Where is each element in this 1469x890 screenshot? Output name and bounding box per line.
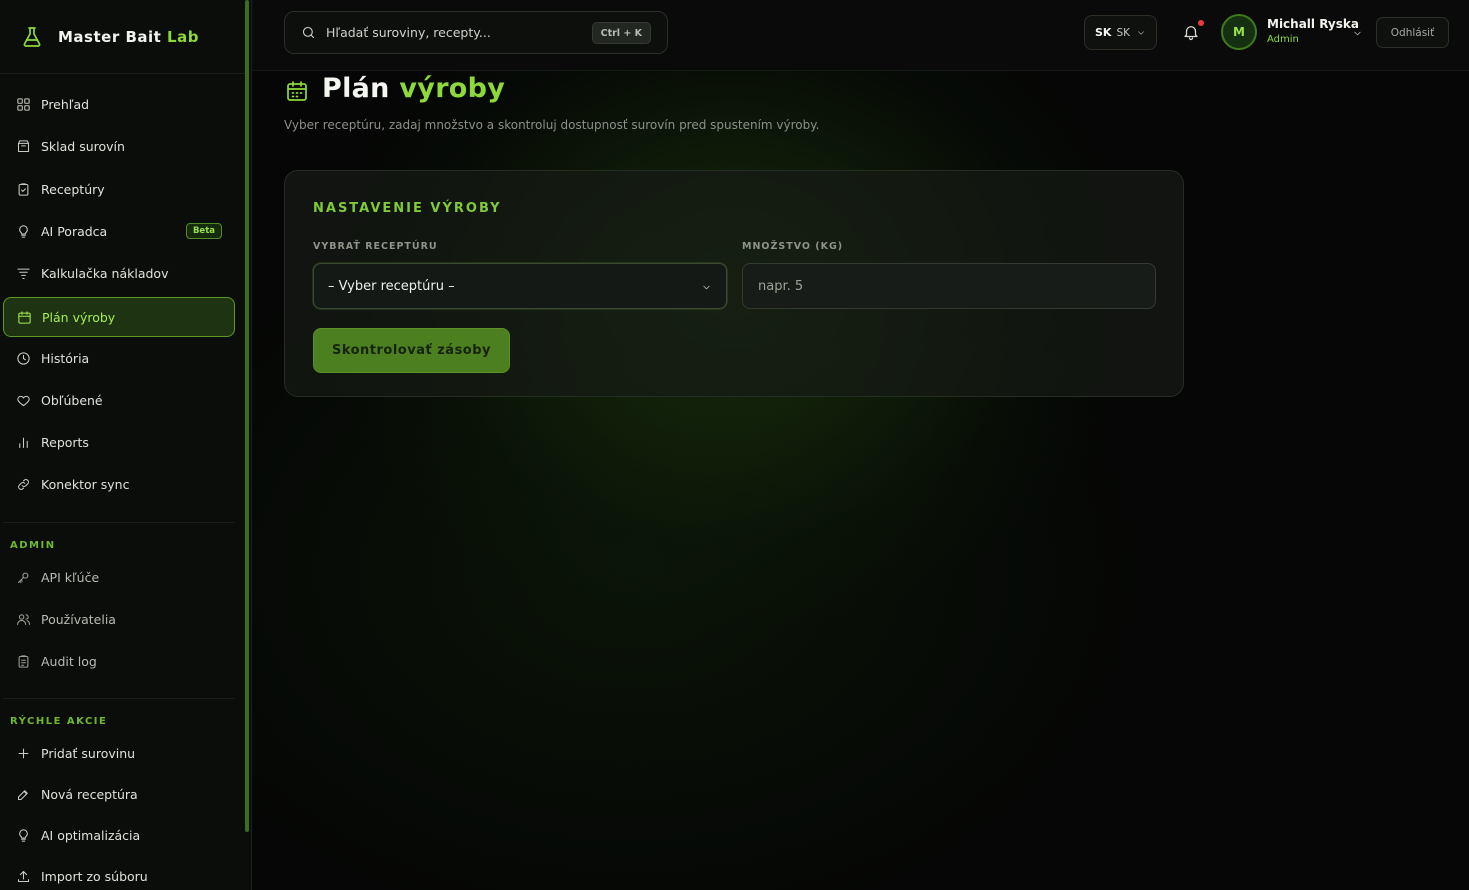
quantity-label: MNOŽSTVO (KG) [742,241,844,252]
recipe-select[interactable]: – Vyber receptúru – [313,263,727,309]
search-shortcut: Ctrl + K [591,22,651,44]
sidebar-item-label: História [41,350,90,366]
sidebar-item-api-keys[interactable]: API kľúče [3,557,235,597]
quick-new-recipe[interactable]: Nová receptúra [3,774,235,814]
sidebar-item-label: Pridať surovinu [41,745,136,761]
notification-dot [1198,20,1204,26]
avatar[interactable]: M [1221,14,1257,50]
heart-icon [17,395,30,406]
clipboard-icon [18,182,29,196]
sidebar-item-audit-log[interactable]: Audit log [3,641,235,681]
key-icon [17,572,29,583]
upload-icon [17,870,30,882]
link-icon [18,478,29,490]
sidebar-item-label: Kalkulačka nákladov [41,265,169,281]
main-content: Plán výroby Vyber receptúru, zadaj množs… [252,71,1469,890]
quick-import-file[interactable]: Import zo súboru [3,856,235,890]
sidebar-item-receptury[interactable]: Receptúry [3,169,235,209]
chevron-down-icon [1138,30,1144,35]
calendar-icon [18,310,31,324]
clipboard-list-icon [18,654,29,668]
quick-actions-title: RÝCHLE AKCIE [10,716,108,727]
grid-icon [17,97,30,111]
lightbulb-icon [19,224,28,238]
sidebar-item-oblubene[interactable]: Obľúbené [3,380,235,420]
clock-icon [17,351,30,365]
card-title: NASTAVENIE VÝROBY [313,201,502,216]
sidebar-item-users[interactable]: Používatelia [3,599,235,639]
sidebar-item-label: API kľúče [41,569,100,585]
language-code: SK [1095,26,1112,39]
search-icon [302,26,315,39]
sidebar-item-konektor[interactable]: Konektor sync [3,464,235,504]
user-role: Admin [1267,34,1299,45]
sidebar-item-label: Nová receptúra [41,786,138,802]
sidebar-item-ai-poradca[interactable]: AI Poradca Beta [3,211,235,251]
sidebar-divider [3,522,235,523]
language-selector[interactable]: SK SK [1084,15,1157,50]
sidebar-item-label: AI optimalizácia [41,827,141,843]
sidebar-item-reports[interactable]: Reports [3,422,235,462]
users-icon [17,613,30,625]
quick-add-ingredient[interactable]: Pridať surovinu [3,733,235,773]
bar-chart-icon [19,437,28,448]
sidebar-item-label: Obľúbené [41,392,103,408]
logout-button[interactable]: Odhlásiť [1376,17,1449,48]
sidebar-item-label: Sklad surovín [41,138,125,154]
calendar-icon [287,81,307,101]
search-placeholder: Hľadať suroviny, recepty... [326,25,491,40]
sidebar-item-label: Prehľad [41,96,90,112]
sidebar-item-label: Konektor sync [41,476,130,492]
recipe-select-value: – Vyber receptúru – [328,278,455,294]
production-settings-card: NASTAVENIE VÝROBY VYBRAŤ RECEPTÚRU MNOŽS… [284,170,1184,397]
chevron-down-icon[interactable] [1352,28,1363,39]
quantity-input[interactable]: napr. 5 [742,263,1156,309]
sidebar-item-label: Receptúry [41,181,105,197]
search-input[interactable]: Hľadať suroviny, recepty... Ctrl + K [284,11,668,54]
page-title: Plán výroby [322,73,506,104]
sidebar-item-label: Import zo súboru [41,868,148,884]
sidebar-item-label: Audit log [41,653,97,669]
sidebar-item-sklad[interactable]: Sklad surovín [3,126,235,166]
sidebar-item-label: Plán výroby [42,309,116,325]
sidebar-item-plan-vyroby[interactable]: Plán výroby [3,297,235,337]
sidebar: Master Bait Lab Prehľad Sklad surovín Re… [0,0,252,890]
sidebar-scrollbar[interactable] [245,0,249,832]
plus-icon [18,748,29,758]
language-label: SK [1116,26,1131,39]
edit-icon [17,789,28,800]
quick-ai-optimization[interactable]: AI optimalizácia [3,815,235,855]
beta-badge: Beta [185,223,222,239]
box-icon [17,139,30,152]
check-stock-button[interactable]: Skontrolovať zásoby [313,328,510,373]
flask-icon [23,26,41,47]
recipe-label: VYBRAŤ RECEPTÚRU [313,241,438,252]
sidebar-item-label: Používatelia [41,611,116,627]
user-name[interactable]: Michall Ryska [1267,17,1359,31]
sidebar-item-kalkulacka[interactable]: Kalkulačka nákladov [3,253,235,293]
quantity-placeholder: napr. 5 [758,278,804,294]
sidebar-item-historia[interactable]: História [3,338,235,378]
sidebar-item-label: AI Poradca [41,223,108,239]
sidebar-divider [3,698,235,699]
top-bar: Hľadať suroviny, recepty... Ctrl + K SK … [252,0,1469,71]
lightbulb-icon [19,828,28,842]
page-subtitle: Vyber receptúru, zadaj množstvo a skontr… [284,118,820,132]
logo[interactable]: Master Bait Lab [0,0,246,74]
sidebar-item-prehlad[interactable]: Prehľad [3,84,235,124]
bell-icon[interactable] [1182,22,1200,42]
admin-section-title: ADMIN [10,540,56,551]
chevron-down-icon [703,285,710,290]
filter-icon [17,268,30,279]
brand-name: Master Bait Lab [58,27,199,46]
sidebar-item-label: Reports [41,434,89,450]
